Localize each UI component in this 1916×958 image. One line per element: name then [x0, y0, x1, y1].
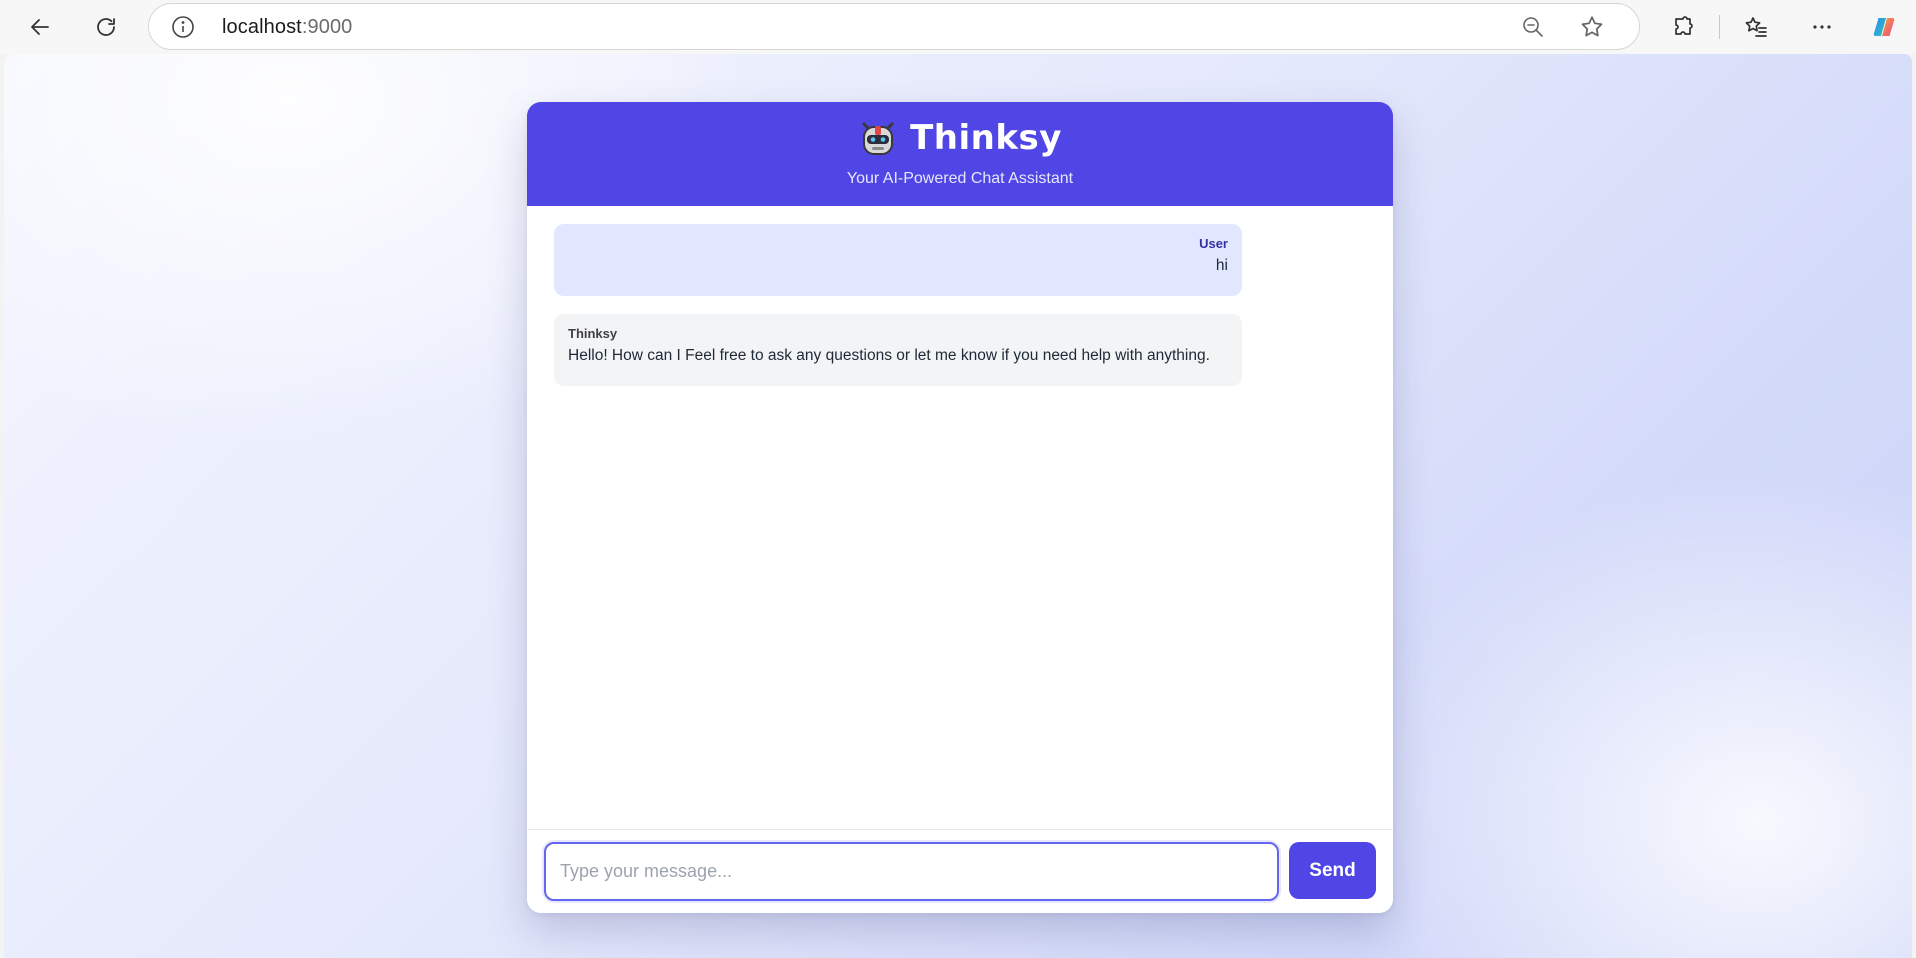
info-icon[interactable]: [171, 15, 195, 39]
message-input[interactable]: [544, 842, 1279, 901]
zoom-out-icon[interactable]: [1521, 15, 1545, 39]
message-list: User hi Thinksy Hello! How can I Feel fr…: [527, 206, 1393, 829]
send-button[interactable]: Send: [1289, 842, 1376, 899]
puzzle-icon[interactable]: [1663, 7, 1703, 47]
url-text[interactable]: localhost:9000: [222, 16, 352, 39]
more-icon[interactable]: [1802, 7, 1842, 47]
url-port: :9000: [301, 16, 353, 38]
toolbar-divider: [1719, 15, 1720, 39]
address-bar[interactable]: localhost:9000: [148, 3, 1640, 50]
message-text: Hello! How can I Feel free to ask any qu…: [568, 347, 1210, 364]
url-host: localhost: [222, 16, 302, 38]
page-viewport: Thinksy Your AI-Powered Chat Assistant U…: [4, 54, 1912, 958]
brand-row: Thinksy: [527, 118, 1393, 158]
refresh-icon[interactable]: [86, 7, 126, 47]
copilot-icon[interactable]: [1864, 7, 1904, 47]
app-title: Thinksy: [910, 118, 1062, 158]
favorites-list-icon[interactable]: [1736, 7, 1776, 47]
back-arrow-icon[interactable]: [20, 7, 60, 47]
star-icon[interactable]: [1579, 14, 1605, 40]
app-subtitle: Your AI-Powered Chat Assistant: [846, 170, 1074, 187]
composer: Send: [527, 829, 1393, 913]
chat-card: Thinksy Your AI-Powered Chat Assistant U…: [527, 102, 1393, 913]
user-message: User hi: [554, 224, 1242, 296]
message-sender: User: [1199, 236, 1228, 251]
browser-toolbar: localhost:9000: [0, 0, 1916, 54]
chat-header: Thinksy Your AI-Powered Chat Assistant: [527, 102, 1393, 206]
message-text: hi: [1215, 257, 1228, 274]
assistant-message: Thinksy Hello! How can I Feel free to as…: [554, 314, 1242, 386]
message-sender: Thinksy: [568, 326, 618, 341]
robot-icon: [862, 122, 894, 155]
